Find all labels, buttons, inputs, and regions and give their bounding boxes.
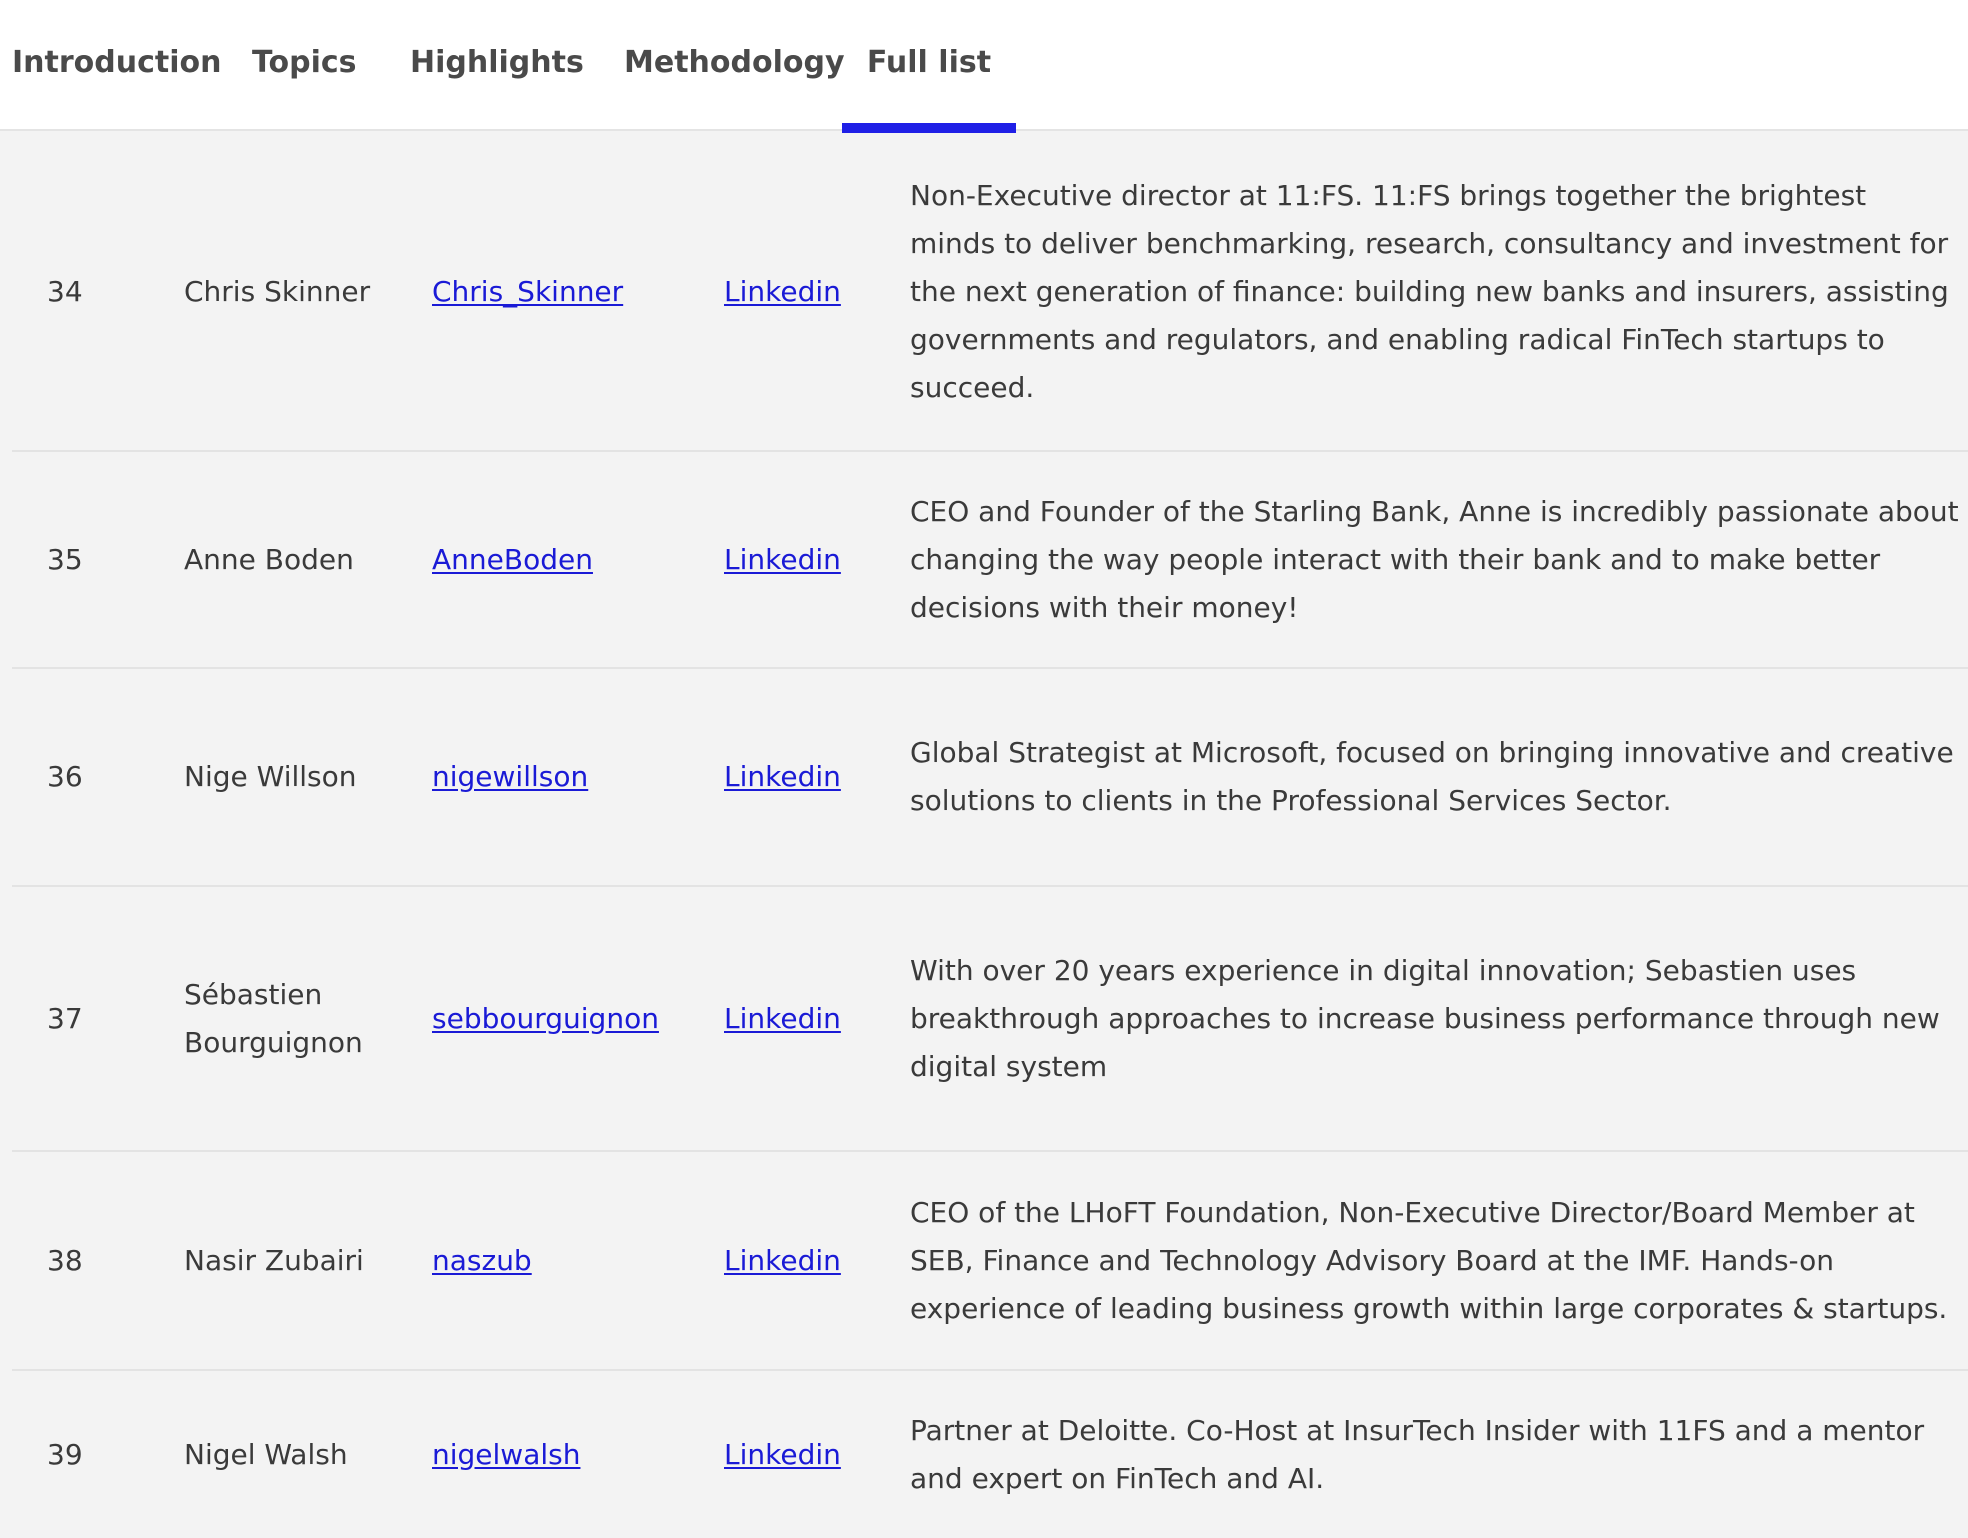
person-name: Anne Boden <box>184 542 354 576</box>
linkedin-link[interactable]: Linkedin <box>724 268 841 316</box>
linkedin-cell: Linkedin <box>724 1152 864 1369</box>
table-row: 37 Sébastien Bourguignon sebbourguignon … <box>12 887 1968 1152</box>
person-name: Nige Willson <box>184 760 357 793</box>
person-name: Nasir Zubairi <box>184 1243 364 1277</box>
handle-cell: nigelwalsh <box>432 1371 702 1538</box>
name-cell: Nige Willson <box>184 669 394 885</box>
person-name: Nigel Walsh <box>184 1437 348 1471</box>
active-tab-indicator <box>842 123 1016 133</box>
rank-cell: 34 <box>47 274 83 308</box>
twitter-handle-link[interactable]: sebbourguignon <box>432 995 659 1043</box>
person-description: With over 20 years experience in digital… <box>910 953 1940 1083</box>
twitter-handle-link[interactable]: naszub <box>432 1237 532 1285</box>
rank-cell: 37 <box>47 1001 83 1035</box>
description-cell: Non-Executive director at 11:FS. 11:FS b… <box>910 133 1960 450</box>
linkedin-link[interactable]: Linkedin <box>724 1431 841 1479</box>
twitter-handle-link[interactable]: AnneBoden <box>432 536 593 584</box>
name-cell: Sébastien Bourguignon <box>184 887 394 1150</box>
handle-cell: naszub <box>432 1152 702 1369</box>
full-list-table: 34 Chris Skinner Chris_Skinner Linkedin … <box>12 133 1968 1538</box>
tab-label: Introduction <box>12 45 222 80</box>
twitter-handle-link[interactable]: Chris_Skinner <box>432 268 623 316</box>
linkedin-cell: Linkedin <box>724 452 864 667</box>
table-row: 34 Chris Skinner Chris_Skinner Linkedin … <box>12 133 1968 452</box>
handle-cell: Chris_Skinner <box>432 133 702 450</box>
name-cell: Anne Boden <box>184 452 394 667</box>
twitter-handle-link[interactable]: nigelwalsh <box>432 1431 580 1479</box>
tab-highlights[interactable]: Highlights <box>410 0 584 131</box>
description-cell: CEO and Founder of the Starling Bank, An… <box>910 452 1960 667</box>
table-row: 35 Anne Boden AnneBoden Linkedin CEO and… <box>12 452 1968 669</box>
person-description: Global Strategist at Microsoft, focused … <box>910 736 1954 817</box>
linkedin-cell: Linkedin <box>724 669 864 885</box>
name-cell: Nigel Walsh <box>184 1371 394 1538</box>
tab-label: Highlights <box>410 45 584 80</box>
tab-full-list[interactable]: Full list <box>842 0 1016 133</box>
twitter-handle-link[interactable]: nigewillson <box>432 753 588 801</box>
tab-bar: Introduction Topics Highlights Methodolo… <box>0 0 1968 133</box>
person-description: Non-Executive director at 11:FS. 11:FS b… <box>910 178 1949 404</box>
tab-methodology[interactable]: Methodology <box>624 0 845 131</box>
description-cell: CEO of the LHoFT Foundation, Non-Executi… <box>910 1152 1960 1369</box>
linkedin-cell: Linkedin <box>724 133 864 450</box>
description-cell: Partner at Deloitte. Co-Host at InsurTec… <box>910 1371 1960 1538</box>
handle-cell: nigewillson <box>432 669 702 885</box>
rank-cell: 38 <box>47 1243 83 1277</box>
tab-introduction[interactable]: Introduction <box>12 0 221 131</box>
linkedin-cell: Linkedin <box>724 1371 864 1538</box>
name-cell: Chris Skinner <box>184 133 394 450</box>
description-cell: With over 20 years experience in digital… <box>910 887 1960 1150</box>
handle-cell: sebbourguignon <box>432 887 702 1150</box>
person-name: Chris Skinner <box>184 274 371 308</box>
person-description: Partner at Deloitte. Co-Host at InsurTec… <box>910 1413 1925 1495</box>
description-cell: Global Strategist at Microsoft, focused … <box>910 669 1960 885</box>
linkedin-link[interactable]: Linkedin <box>724 753 841 801</box>
handle-cell: AnneBoden <box>432 452 702 667</box>
rank-cell: 35 <box>47 542 83 576</box>
person-description: CEO and Founder of the Starling Bank, An… <box>910 494 1959 624</box>
table-row: 36 Nige Willson nigewillson Linkedin Glo… <box>12 669 1968 887</box>
person-name: Sébastien Bourguignon <box>184 977 363 1059</box>
tab-topics[interactable]: Topics <box>252 0 357 131</box>
linkedin-link[interactable]: Linkedin <box>724 536 841 584</box>
tab-label: Full list <box>866 45 992 80</box>
name-cell: Nasir Zubairi <box>184 1152 394 1369</box>
tab-label: Methodology <box>624 45 845 80</box>
table-row: 38 Nasir Zubairi naszub Linkedin CEO of … <box>12 1152 1968 1371</box>
rank-cell: 39 <box>47 1437 83 1471</box>
linkedin-cell: Linkedin <box>724 887 864 1150</box>
rank-cell: 36 <box>47 760 83 793</box>
linkedin-link[interactable]: Linkedin <box>724 1237 841 1285</box>
linkedin-link[interactable]: Linkedin <box>724 995 841 1043</box>
tab-label: Topics <box>252 45 357 80</box>
person-description: CEO of the LHoFT Foundation, Non-Executi… <box>910 1195 1948 1325</box>
table-row: 39 Nigel Walsh nigelwalsh Linkedin Partn… <box>12 1371 1968 1538</box>
